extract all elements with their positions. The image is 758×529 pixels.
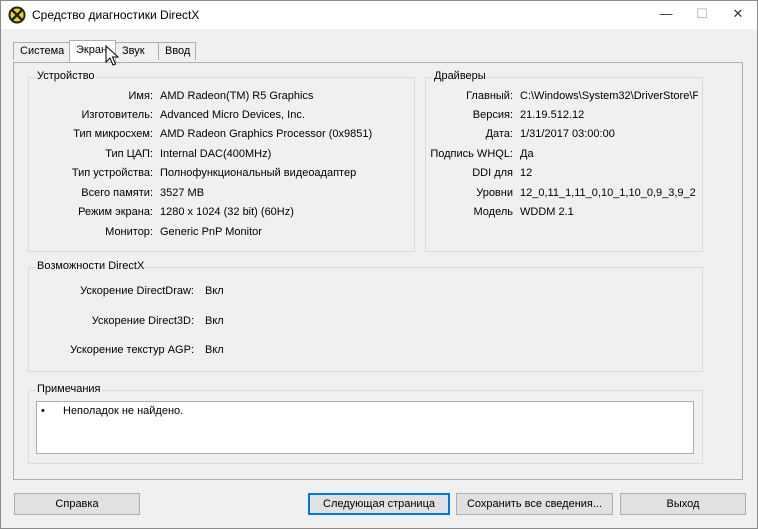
driver-whql-value: Да: [520, 148, 534, 160]
driver-model-value: WDDM 2.1: [520, 206, 574, 218]
device-monitor-value: Generic PnP Monitor: [160, 226, 262, 238]
direct3d-value: Вкл: [205, 315, 224, 327]
notes-group-title: Примечания: [36, 383, 102, 395]
directx-diagnostic-window: Средство диагностики DirectX — ☐ ✕ Систе…: [0, 0, 758, 529]
agp-label: Ускорение текстур AGP:: [70, 344, 194, 356]
window-title: Средство диагностики DirectX: [32, 8, 200, 22]
title-bar[interactable]: Средство диагностики DirectX — ☐ ✕: [1, 1, 757, 29]
notes-text-area[interactable]: • Неполадок не найдено.: [36, 401, 694, 454]
driver-main-label: Главный:: [466, 90, 513, 102]
agp-value: Вкл: [205, 344, 224, 356]
device-display-mode-value: 1280 x 1024 (32 bit) (60Hz): [160, 206, 294, 218]
device-dac-type-label: Тип ЦАП:: [105, 148, 153, 160]
exit-button[interactable]: Выход: [620, 493, 746, 515]
drivers-group-title: Драйверы: [433, 70, 487, 82]
device-name-label: Имя:: [128, 90, 153, 102]
driver-levels-value: 12_0,11_1,11_0,10_1,10_0,9_3,9_2: [520, 187, 696, 199]
notes-item: Неполадок не найдено.: [63, 405, 184, 417]
help-button[interactable]: Справка: [14, 493, 140, 515]
driver-ddi-value: 12: [520, 167, 533, 179]
directdraw-label: Ускорение DirectDraw:: [80, 285, 194, 297]
driver-whql-label: Подпись WHQL:: [430, 148, 513, 160]
device-total-memory-value: 3527 MB: [160, 187, 205, 199]
drivers-group: Драйверы: [425, 70, 703, 252]
driver-ddi-label: DDI для: [472, 167, 513, 179]
tab-sound[interactable]: Звук: [115, 42, 159, 60]
device-device-type-label: Тип устройства:: [71, 167, 153, 179]
driver-levels-label: Уровни: [476, 187, 513, 199]
device-name-value: AMD Radeon(TM) R5 Graphics: [160, 90, 314, 102]
driver-date-value: 1/31/2017 03:00:00: [520, 128, 615, 140]
tab-input[interactable]: Ввод: [158, 42, 196, 60]
device-group-title: Устройство: [36, 70, 96, 82]
device-display-mode-label: Режим экрана:: [78, 206, 153, 218]
driver-model-label: Модель: [473, 206, 513, 218]
next-page-button[interactable]: Следующая страница: [308, 493, 450, 515]
close-button[interactable]: ✕: [721, 1, 755, 29]
directx-icon: [8, 6, 26, 24]
device-chip-type-value: AMD Radeon Graphics Processor (0x9851): [160, 128, 373, 140]
device-dac-type-value: Internal DAC(400MHz): [160, 148, 272, 160]
directx-features-title: Возможности DirectX: [36, 260, 146, 272]
save-all-info-button[interactable]: Сохранить все сведения...: [456, 493, 613, 515]
device-manufacturer-label: Изготовитель:: [81, 109, 154, 121]
notes-bullet: •: [41, 405, 45, 417]
maximize-button[interactable]: ☐: [685, 1, 719, 29]
tab-system[interactable]: Система: [13, 42, 70, 60]
driver-main-value: C:\Windows\System32\DriverStore\F: [520, 90, 698, 102]
device-total-memory-label: Всего памяти:: [81, 187, 153, 199]
directdraw-value: Вкл: [205, 285, 224, 297]
driver-date-label: Дата:: [485, 128, 513, 140]
mouse-pointer-icon: [105, 45, 119, 66]
device-monitor-label: Монитор:: [105, 226, 153, 238]
direct3d-label: Ускорение Direct3D:: [91, 315, 194, 327]
device-device-type-value: Полнофункциональный видеоадаптер: [160, 167, 357, 179]
driver-version-value: 21.19.512.12: [520, 109, 585, 121]
device-manufacturer-value: Advanced Micro Devices, Inc.: [160, 109, 305, 121]
minimize-button[interactable]: —: [649, 1, 683, 29]
device-chip-type-label: Тип микросхем:: [73, 128, 153, 140]
driver-version-label: Версия:: [472, 109, 513, 121]
